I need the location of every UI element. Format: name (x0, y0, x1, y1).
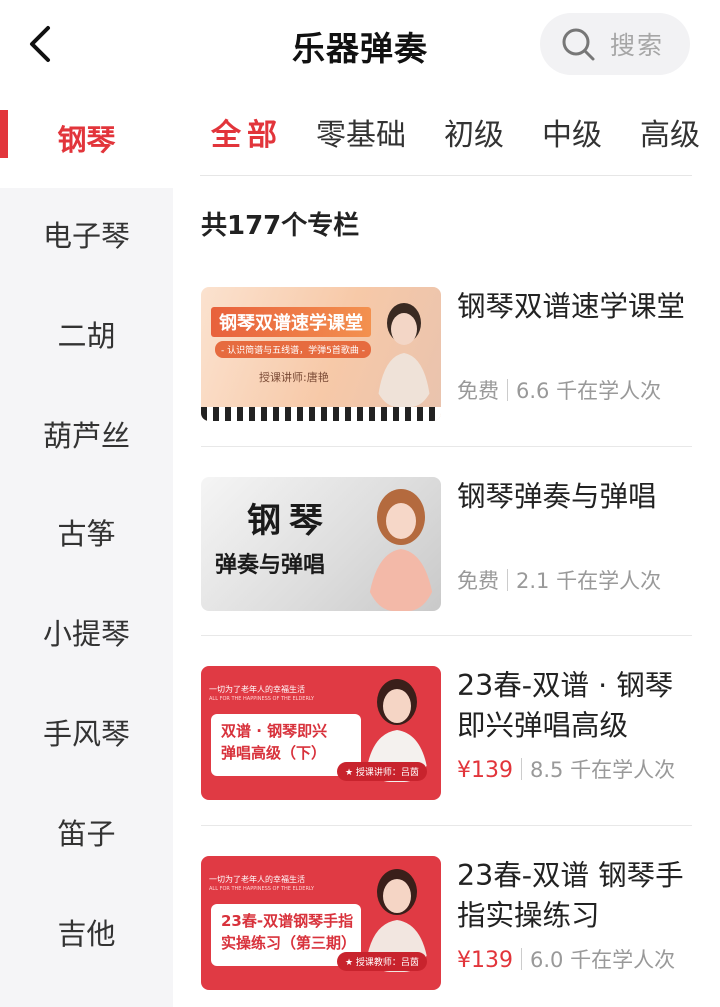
tab-beginner[interactable]: 初级 (444, 110, 504, 154)
search-label: 搜索 (610, 31, 665, 60)
thumbnail-title-line: 双谱 · 钢琴即兴 (221, 722, 328, 740)
tab-intermediate[interactable]: 中级 (542, 110, 602, 154)
thumbnail-title: 钢琴 (247, 501, 331, 541)
course-learners: 6.6 千在学人次 (516, 379, 662, 403)
piano-keys-decoration (201, 407, 441, 421)
tab-zero-basics[interactable]: 零基础 (316, 110, 406, 154)
thumbnail-title-line: 23春-双谱钢琴手指 (221, 912, 354, 930)
top-nav-bar: 乐器弹奏 搜索 (0, 0, 720, 88)
divider (201, 825, 692, 826)
course-title: 钢琴弹奏与弹唱 (457, 480, 657, 513)
course-thumbnail: 一切为了老年人的幸福生活 ALL FOR THE HAPPINESS OF TH… (201, 856, 441, 990)
sidebar-item-label: 葫芦丝 (42, 419, 130, 453)
thumbnail-title-line: 弹唱高级（下） (221, 744, 327, 762)
sidebar-item-dizi[interactable]: 笛子 (0, 782, 173, 882)
course-meta: 免费 6.6 千在学人次 (457, 375, 661, 405)
sidebar-item-label: 笛子 (57, 817, 116, 851)
thumbnail-teacher: ★ 授课教师：吕茵 (337, 952, 427, 971)
sidebar-item-label: 电子琴 (42, 219, 130, 253)
course-price: 免费 (457, 379, 499, 403)
instrument-sidebar: 钢琴 电子琴 二胡 葫芦丝 古筝 小提琴 手风琴 笛子 吉他 (0, 88, 173, 1007)
course-card[interactable]: 钢琴双谱速学课堂 - 认识简谱与五线谱，学弹5首歌曲 - 授课讲师:唐艳 钢琴双… (201, 287, 693, 437)
course-title: 23春-双谱 · 钢琴即兴弹唱高级 (457, 669, 674, 742)
level-filter-tabs: 全部 零基础 初级 中级 高级 (173, 88, 720, 176)
sidebar-item-hulusi[interactable]: 葫芦丝 (0, 384, 173, 484)
divider (201, 635, 692, 636)
sidebar-item-label: 手风琴 (42, 717, 130, 751)
course-learners: 6.0 千在学人次 (530, 948, 676, 972)
thumbnail-teacher: ★ 授课讲师：吕茵 (337, 762, 427, 781)
thumbnail-subtitle: 弹奏与弹唱 (215, 553, 326, 578)
thumbnail-teacher: 授课讲师:唐艳 (259, 371, 329, 384)
course-learners: 2.1 千在学人次 (516, 569, 662, 593)
tab-all[interactable]: 全部 (211, 110, 283, 154)
thumbnail-subtitle: - 认识简谱与五线谱，学弹5首歌曲 - (215, 341, 371, 358)
course-price: 免费 (457, 569, 499, 593)
sidebar-item-piano[interactable]: 钢琴 (0, 88, 173, 188)
course-card[interactable]: 一切为了老年人的幸福生活 ALL FOR THE HAPPINESS OF TH… (201, 666, 693, 816)
course-thumbnail: 钢琴 弹奏与弹唱 (201, 477, 441, 611)
thumbnail-banner: 钢琴双谱速学课堂 (211, 307, 371, 337)
course-learners: 8.5 千在学人次 (530, 758, 676, 782)
sidebar-item-label: 古筝 (57, 517, 116, 551)
course-title: 钢琴双谱速学课堂 (457, 290, 686, 323)
divider (200, 175, 692, 176)
course-price: ¥139 (457, 948, 513, 973)
search-icon (562, 28, 595, 61)
course-card[interactable]: 一切为了老年人的幸福生活 ALL FOR THE HAPPINESS OF TH… (201, 856, 693, 1006)
search-button[interactable]: 搜索 (540, 13, 690, 75)
course-count: 共177个专栏 (201, 211, 360, 241)
divider (201, 446, 692, 447)
sidebar-item-electronic-keyboard[interactable]: 电子琴 (0, 184, 173, 284)
course-title: 23春-双谱 钢琴手指实操练习 (457, 859, 684, 932)
meta-separator (521, 758, 522, 780)
sidebar-item-violin[interactable]: 小提琴 (0, 582, 173, 682)
course-price: ¥139 (457, 758, 513, 783)
sidebar-item-label: 钢琴 (57, 123, 116, 157)
thumbnail-slogan-en: ALL FOR THE HAPPINESS OF THE ELDERLY (209, 886, 315, 892)
sidebar-item-erhu[interactable]: 二胡 (0, 284, 173, 384)
thumbnail-slogan: 一切为了老年人的幸福生活 (209, 685, 305, 694)
teacher-portrait (377, 303, 431, 407)
meta-separator (507, 379, 508, 401)
sidebar-item-guzheng[interactable]: 古筝 (0, 482, 173, 582)
course-card[interactable]: 钢琴 弹奏与弹唱 钢琴弹奏与弹唱 免费 2.1 千在学人次 (201, 477, 693, 627)
course-meta: ¥139 6.0 千在学人次 (457, 944, 675, 974)
sidebar-item-label: 吉他 (57, 917, 116, 951)
course-thumbnail: 钢琴双谱速学课堂 - 认识简谱与五线谱，学弹5首歌曲 - 授课讲师:唐艳 (201, 287, 441, 421)
tab-advanced[interactable]: 高级 (640, 110, 700, 154)
course-thumbnail: 一切为了老年人的幸福生活 ALL FOR THE HAPPINESS OF TH… (201, 666, 441, 800)
sidebar-item-accordion[interactable]: 手风琴 (0, 682, 173, 782)
sidebar-item-label: 小提琴 (42, 617, 130, 651)
active-indicator (0, 110, 8, 158)
thumbnail-slogan: 一切为了老年人的幸福生活 (209, 875, 305, 884)
sidebar-item-label: 二胡 (57, 319, 116, 353)
thumbnail-slogan-en: ALL FOR THE HAPPINESS OF THE ELDERLY (209, 696, 315, 702)
course-meta: 免费 2.1 千在学人次 (457, 565, 661, 595)
teacher-portrait (367, 489, 435, 611)
course-meta: ¥139 8.5 千在学人次 (457, 754, 675, 784)
meta-separator (507, 569, 508, 591)
sidebar-item-guitar[interactable]: 吉他 (0, 882, 173, 982)
meta-separator (521, 948, 522, 970)
thumbnail-title-line: 实操练习（第三期） (221, 934, 357, 952)
